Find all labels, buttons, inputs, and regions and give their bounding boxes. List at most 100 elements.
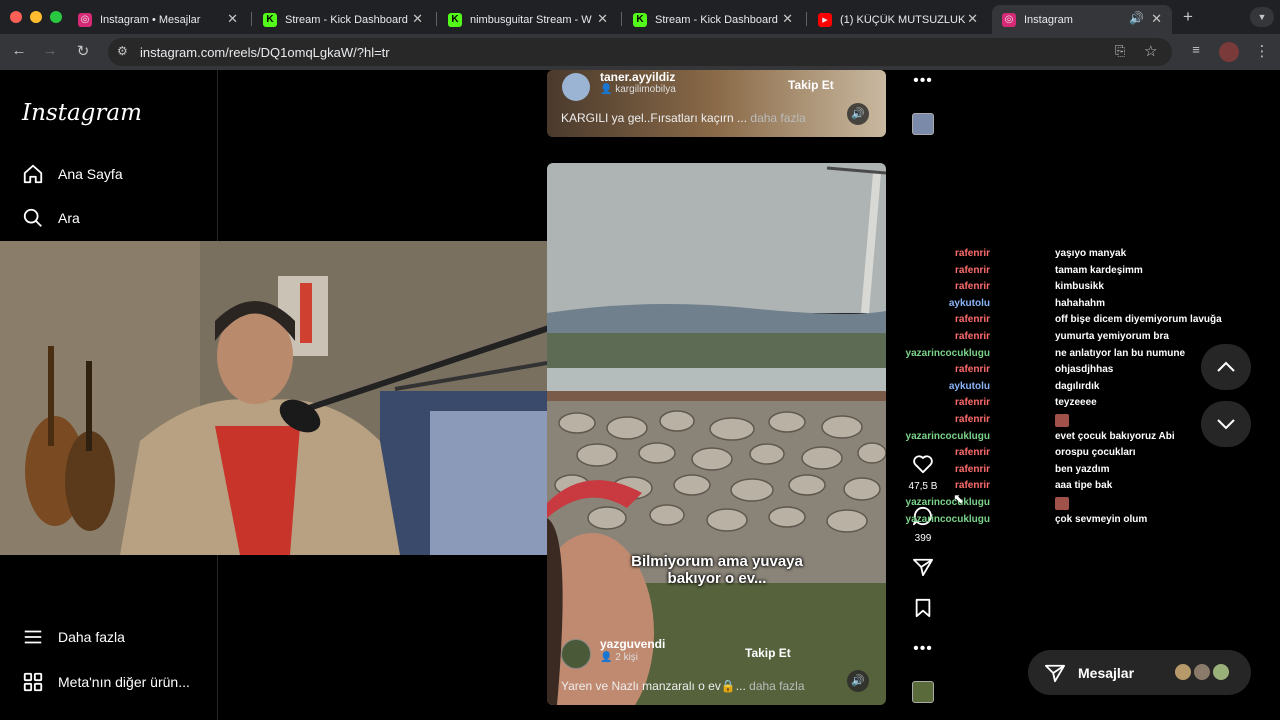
save-button[interactable] [908, 598, 938, 623]
maximize-window-button[interactable] [50, 11, 62, 23]
webcam-overlay [0, 241, 559, 555]
bookmark-star-icon[interactable]: ☆ [1144, 42, 1157, 60]
install-app-icon[interactable]: ⎘ [1115, 43, 1125, 59]
send-icon [1044, 664, 1065, 682]
reel-caption[interactable]: KARGILI ya gel..Fırsatları kaçırn ... da… [561, 111, 806, 125]
like-button[interactable]: 47,5 B [908, 454, 938, 492]
tab-nimbusguitar-stream[interactable]: K nimbusguitar Stream - W ✕ [438, 5, 618, 34]
reel-top[interactable]: taner.ayyildiz 👤 kargilimobilya Takip Et… [547, 70, 886, 137]
webcam-video-frame [0, 241, 559, 555]
avatar[interactable] [562, 73, 590, 101]
tab-youtube[interactable]: ▶ (1) KÜÇÜK MUTSUZLUK ✕ [808, 5, 988, 34]
chat-message: yazarincocuklugu ne anlatıyor lan bu numu… [905, 347, 1186, 359]
emote-icon [1055, 413, 1069, 427]
heart-icon [913, 455, 933, 474]
close-icon[interactable]: ✕ [227, 11, 238, 27]
more-options-icon[interactable]: ••• [908, 72, 938, 90]
tab-instagram-mesajlar[interactable]: ◎ Instagram • Mesajlar ✕ [68, 5, 248, 34]
instagram-logo[interactable]: Instagram [22, 100, 142, 126]
chat-message: rafenrir orospu çocukları [954, 447, 1136, 459]
menu-kebab-icon[interactable]: ⋮ [1252, 42, 1272, 60]
reel-username[interactable]: yazguvendi [600, 637, 665, 651]
kick-icon: K [448, 12, 462, 27]
minimize-window-button[interactable] [30, 11, 42, 23]
reel-collab-label[interactable]: 👤 2 kişi [600, 652, 638, 663]
tab-kick-dashboard-1[interactable]: K Stream - Kick Dashboard ✕ [253, 5, 433, 34]
chat-message: rafenrir ohjasdjhhas [954, 364, 1114, 376]
chat-message: aykutolu hahahahm [948, 297, 1106, 309]
site-info-icon[interactable]: ⚙ [117, 44, 128, 58]
volume-icon[interactable]: 🔊 [847, 103, 869, 125]
profile-avatar[interactable] [1219, 42, 1239, 62]
messages-button[interactable]: Mesajlar [1028, 650, 1251, 695]
close-icon[interactable]: ✕ [782, 11, 793, 27]
media-control-icon[interactable]: ≡ [1186, 42, 1206, 57]
sidebar-item-label: Meta'nın diğer ürün... [58, 674, 190, 690]
more-options-icon[interactable]: ••• [908, 640, 938, 658]
sidebar-item-label: Daha fazla [58, 629, 125, 645]
speaker-icon[interactable]: 🔊 [1129, 11, 1144, 25]
close-icon[interactable]: ✕ [1151, 11, 1162, 27]
close-icon[interactable]: ✕ [597, 11, 608, 27]
close-icon[interactable]: ✕ [412, 11, 423, 27]
browser-tab-bar: ◎ Instagram • Mesajlar ✕ K Stream - Kick… [0, 0, 1280, 34]
youtube-icon: ▶ [818, 12, 832, 27]
messages-label: Mesajlar [1078, 664, 1135, 681]
more-link[interactable]: daha fazla [749, 679, 804, 693]
next-reel-button[interactable] [1201, 401, 1251, 447]
url-text[interactable]: instagram.com/reels/DQ1omqLgkaW/?hl=tr [140, 45, 390, 60]
sidebar-item-label: Ara [58, 210, 80, 226]
address-bar[interactable]: ⚙ instagram.com/reels/DQ1omqLgkaW/?hl=tr… [108, 38, 1172, 66]
reel-audio-label[interactable]: 👤 kargilimobilya [600, 84, 676, 95]
avatar [1173, 662, 1193, 682]
tab-kick-dashboard-2[interactable]: K Stream - Kick Dashboard ✕ [623, 5, 803, 34]
new-tab-button[interactable]: + [1183, 7, 1193, 27]
comment-count: 399 [914, 533, 932, 544]
audio-thumbnail[interactable] [912, 113, 934, 135]
back-button[interactable]: ← [9, 42, 29, 59]
reel-video-frame [547, 163, 886, 705]
sidebar-item-home[interactable]: Ana Sayfa [22, 163, 123, 185]
menu-icon [24, 630, 42, 644]
follow-button[interactable]: Takip Et [745, 646, 791, 660]
stream-chat-overlay: rafenrir yaşıyo manyak rafenrir tamam kard… [905, 248, 1240, 530]
bookmark-icon [915, 598, 931, 618]
tab-separator [436, 12, 437, 26]
grid-icon [23, 672, 43, 692]
search-icon [23, 208, 42, 227]
chat-message: yazarincocuklugu çok sevmeyin olum [905, 513, 1148, 525]
sidebar-item-meta-products[interactable]: Meta'nın diğer ürün... [22, 671, 190, 693]
chat-message: rafenrir yumurta yemiyorum bra [954, 330, 1169, 342]
tab-search-button[interactable]: ▼ [1250, 7, 1274, 27]
avatar[interactable] [561, 639, 591, 669]
forward-button[interactable]: → [40, 42, 60, 59]
reel-username[interactable]: taner.ayyildiz [600, 70, 675, 84]
tab-separator [806, 12, 807, 26]
sidebar-item-label: Ana Sayfa [58, 166, 123, 182]
comment-button[interactable]: 399 [908, 506, 938, 544]
chat-message: aykutolu dagılırdık [948, 380, 1100, 392]
volume-icon[interactable]: 🔊 [847, 670, 869, 692]
sidebar-item-search[interactable]: Ara [22, 207, 80, 229]
more-link[interactable]: daha fazla [750, 111, 805, 125]
audio-thumbnail[interactable] [912, 681, 934, 703]
instagram-icon: ◎ [1002, 12, 1016, 27]
share-button[interactable] [908, 557, 938, 582]
reel-main[interactable]: Bilmiyorum ama yuvaya bakıyor o ev... ya… [547, 163, 886, 705]
sidebar-item-more[interactable]: Daha fazla [22, 626, 125, 648]
reel-caption[interactable]: Yaren ve Nazlı manzaralı o ev🔒... daha f… [561, 679, 805, 693]
emote-icon [1055, 496, 1069, 510]
follow-button[interactable]: Takip Et [788, 78, 834, 92]
chevron-down-icon [1217, 419, 1235, 430]
chat-message: rafenrir aaa tipe bak [954, 480, 1113, 492]
previous-reel-button[interactable] [1201, 344, 1251, 390]
close-icon[interactable]: ✕ [967, 11, 978, 27]
chat-message: rafenrir [940, 413, 1240, 431]
close-window-button[interactable] [10, 11, 22, 23]
chevron-up-icon [1217, 361, 1235, 372]
chat-message: rafenrir kimbusikk [954, 281, 1104, 293]
browser-toolbar: ← → ↻ ⚙ instagram.com/reels/DQ1omqLgkaW/… [0, 34, 1280, 70]
tab-instagram-active[interactable]: ◎ Instagram 🔊 ✕ [992, 5, 1172, 34]
reload-button[interactable]: ↻ [73, 42, 93, 60]
kick-icon: K [633, 12, 647, 27]
